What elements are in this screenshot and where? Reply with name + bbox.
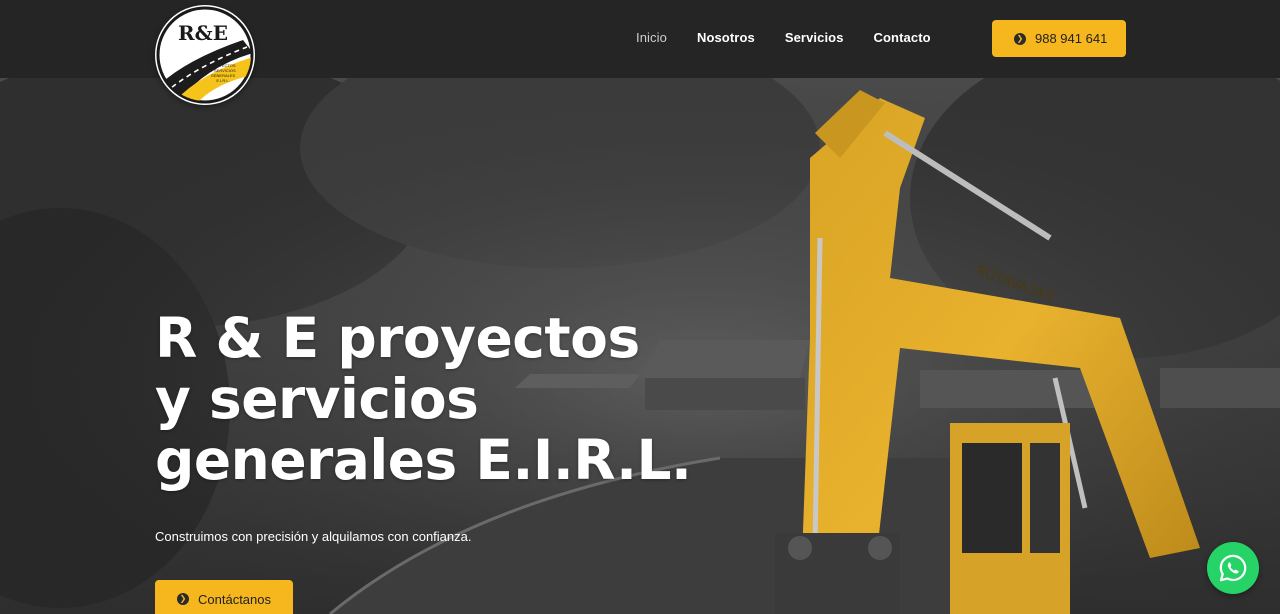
- cta-label: Contáctanos: [198, 591, 271, 607]
- svg-text:R&E: R&E: [178, 21, 228, 45]
- contact-cta-button[interactable]: ❯ Contáctanos: [155, 580, 293, 614]
- nav-servicios[interactable]: Servicios: [785, 30, 844, 45]
- hero-title: R & E proyectos y servicios generales E.…: [155, 308, 715, 491]
- hero-subtitle: Construimos con precisión y alquilamos c…: [155, 529, 472, 544]
- phone-button[interactable]: ❯ 988 941 641: [992, 20, 1126, 57]
- chevron-right-circle-icon: ❯: [177, 593, 189, 605]
- company-logo[interactable]: R&E PROYECTOS Y SERVICIOS GENERALES E.I.…: [155, 5, 255, 105]
- nav-inicio[interactable]: Inicio: [636, 30, 667, 45]
- hero-title-line-3: generales E.I.R.L.: [155, 428, 692, 492]
- hero-title-line-2: y servicios: [155, 367, 479, 431]
- hero-title-line-1: R & E proyectos: [155, 306, 640, 370]
- logo-graphic: R&E PROYECTOS Y SERVICIOS GENERALES E.I.…: [156, 6, 254, 104]
- hero-section: EXCAVATOR R & E proyectos y servicios ge…: [0, 78, 1280, 614]
- svg-text:E.I.R.L.: E.I.R.L.: [216, 78, 229, 83]
- whatsapp-button[interactable]: [1207, 542, 1259, 594]
- nav-contacto[interactable]: Contacto: [874, 30, 931, 45]
- nav-nosotros[interactable]: Nosotros: [697, 30, 755, 45]
- whatsapp-icon: [1219, 554, 1247, 582]
- main-nav: Inicio Nosotros Servicios Contacto: [636, 30, 961, 45]
- phone-label: 988 941 641: [1035, 31, 1108, 46]
- chevron-right-circle-icon: ❯: [1014, 32, 1026, 45]
